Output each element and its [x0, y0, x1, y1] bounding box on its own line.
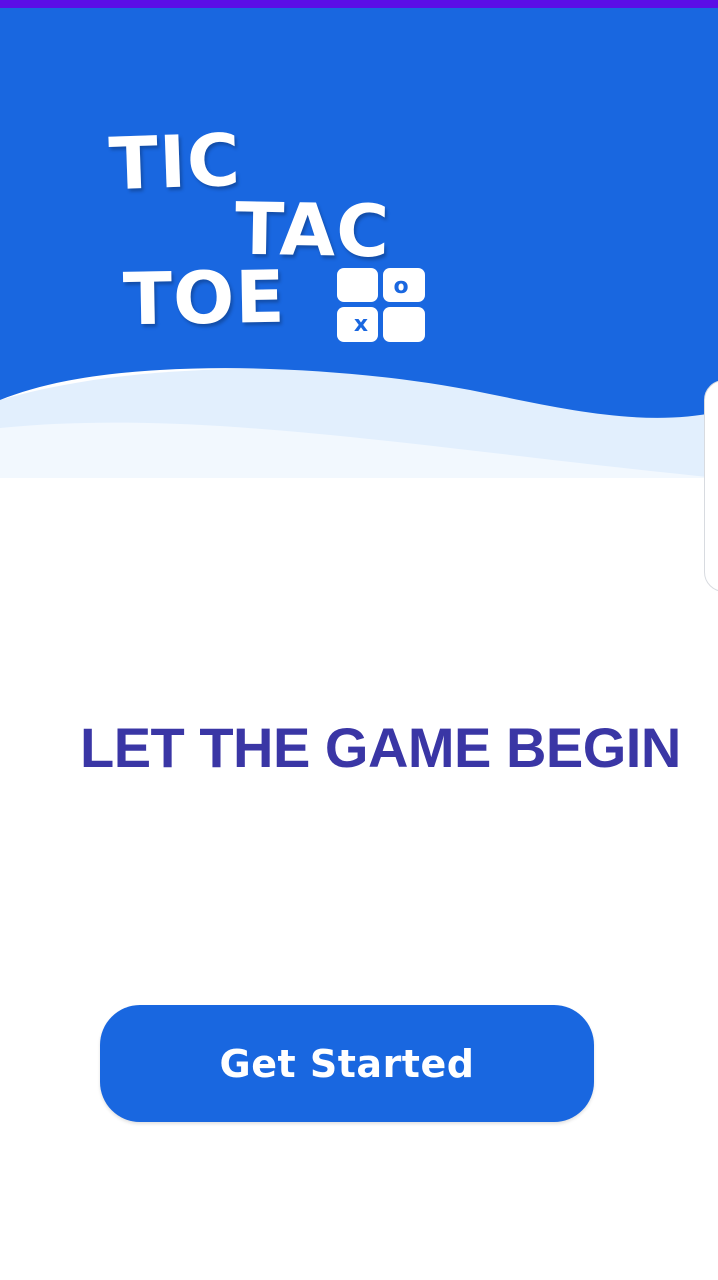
get-started-button[interactable]: Get Started — [100, 1005, 594, 1122]
edge-panel-handle[interactable] — [704, 380, 718, 592]
grid-x-mark: x — [354, 312, 368, 337]
status-strip — [0, 0, 718, 8]
tic-tac-toe-grid-icon: o x — [337, 268, 425, 342]
tagline-heading: LET THE GAME BEGIN — [80, 716, 681, 779]
grid-o-mark: o — [393, 274, 408, 299]
logo-word-tic: TIC — [107, 117, 243, 207]
logo-word-toe: TOE — [122, 254, 287, 342]
tic-tac-toe-logo: TIC TAC TOE o x — [105, 118, 435, 348]
